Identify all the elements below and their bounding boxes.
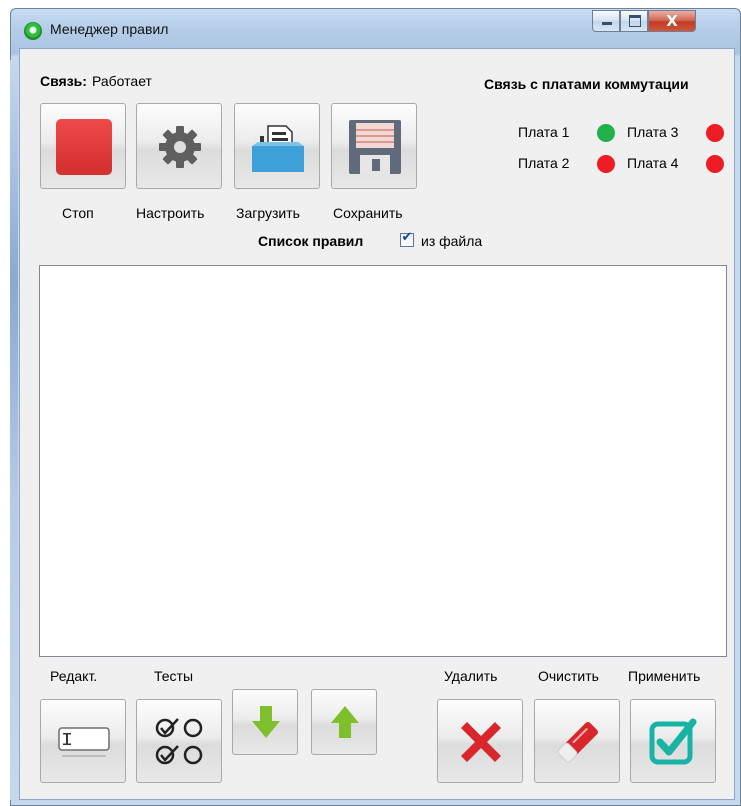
move-up-button[interactable] — [311, 689, 377, 755]
board-1-label: Плата 1 — [518, 124, 570, 140]
window-left-border — [10, 60, 18, 800]
minimize-button[interactable] — [592, 10, 620, 32]
maximize-icon — [629, 15, 641, 27]
delete-button[interactable] — [437, 699, 523, 783]
arrow-down-icon — [252, 706, 280, 738]
board-3-label: Плата 3 — [627, 124, 679, 140]
configure-button[interactable] — [136, 103, 222, 189]
maximize-button[interactable] — [620, 10, 648, 32]
edit-button[interactable] — [40, 699, 126, 783]
checkmark-icon: ✔ — [401, 230, 413, 245]
folder-open-icon — [252, 125, 304, 172]
save-label: Сохранить — [333, 205, 403, 221]
save-button[interactable] — [331, 103, 417, 189]
boards-title: Связь с платами коммутации — [484, 76, 689, 92]
floppy-disk-icon — [349, 120, 401, 174]
close-button[interactable]: X — [648, 10, 696, 32]
window-title: Менеджер правил — [50, 21, 169, 37]
close-icon: X — [666, 12, 678, 30]
clear-label: Очистить — [538, 668, 599, 684]
gear-icon — [159, 126, 201, 168]
clear-button[interactable] — [534, 699, 620, 783]
minimize-icon — [602, 22, 612, 25]
board-3-status-indicator — [706, 124, 724, 142]
connection-status-value: Работает — [92, 73, 152, 89]
apply-label: Применить — [628, 668, 701, 684]
board-4-status-indicator — [706, 155, 724, 173]
board-2-label: Плата 2 — [518, 155, 570, 171]
tests-label: Тесты — [154, 668, 194, 684]
apply-button[interactable] — [630, 699, 716, 783]
board-2-status-indicator — [597, 155, 615, 173]
configure-label: Настроить — [136, 205, 205, 221]
apply-checkbox-icon — [649, 718, 697, 765]
from-file-checkbox[interactable]: ✔ — [400, 230, 414, 247]
stop-button[interactable] — [40, 103, 126, 189]
rules-list[interactable] — [39, 265, 727, 657]
delete-label: Удалить — [444, 668, 498, 684]
stop-label: Стоп — [62, 205, 94, 221]
board-1-status-indicator — [597, 124, 615, 142]
board-4-label: Плата 4 — [627, 155, 679, 171]
from-file-label[interactable]: из файла — [421, 233, 482, 249]
edit-label: Редакт. — [50, 668, 98, 684]
rules-list-title: Список правил — [258, 233, 364, 249]
load-label: Загрузить — [236, 205, 300, 221]
move-down-button[interactable] — [232, 689, 298, 755]
connection-status-label: Связь: — [40, 73, 87, 89]
arrow-up-icon — [331, 706, 359, 738]
delete-x-icon — [461, 722, 501, 762]
checklist-icon — [155, 718, 203, 765]
app-icon — [24, 22, 42, 40]
tests-button[interactable] — [136, 699, 222, 783]
stop-icon — [56, 119, 112, 175]
text-field-icon — [58, 727, 110, 757]
eraser-icon — [557, 722, 598, 763]
load-button[interactable] — [234, 103, 320, 189]
